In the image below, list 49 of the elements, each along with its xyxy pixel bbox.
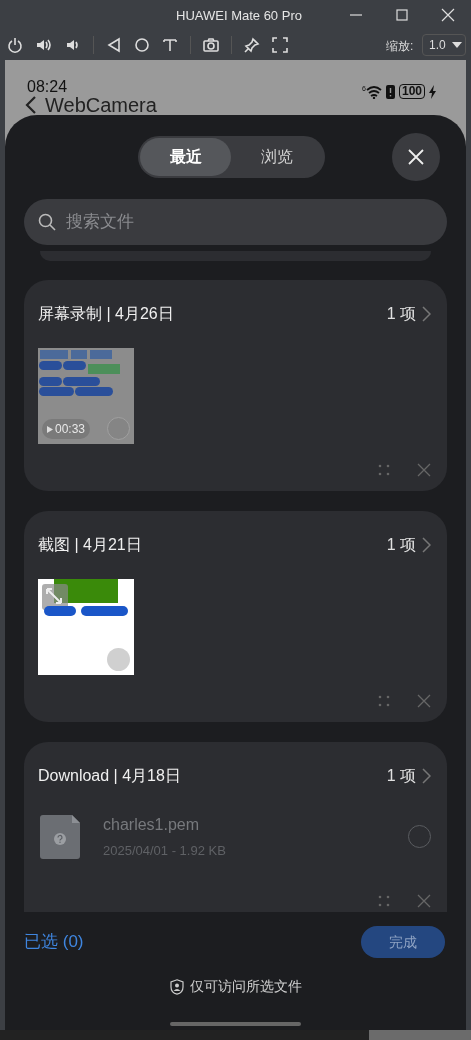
power-icon[interactable] [7, 37, 23, 53]
window-title: HUAWEI Mate 60 Pro [176, 7, 302, 25]
chevron-right-icon[interactable] [422, 768, 431, 784]
shield-person-icon [169, 978, 184, 995]
close-icon [408, 149, 424, 165]
text-icon[interactable] [162, 37, 178, 53]
camera-icon[interactable] [203, 37, 219, 53]
search-icon [38, 213, 56, 231]
duration-badge: 00:33 [42, 419, 91, 439]
play-icon [47, 425, 53, 433]
group-title: 截图 | 4月21日 [38, 535, 142, 555]
item-count: 1 项 [386, 535, 416, 555]
item-count: 1 项 [386, 766, 416, 786]
fullscreen-icon[interactable] [272, 37, 288, 53]
zoom-dropdown[interactable]: 1.0 [422, 34, 466, 56]
close-button[interactable] [392, 133, 440, 181]
tab[interactable]: 最近 [140, 138, 231, 176]
done-button[interactable]: 完成 [361, 926, 445, 958]
item-count: 1 项 [386, 304, 416, 324]
battery-level: 100 [398, 84, 425, 99]
file-icon [40, 814, 80, 859]
caret-icon [451, 42, 462, 48]
privacy-note: 仅可访问所选文件 [189, 977, 302, 996]
sim-alert-icon [385, 84, 395, 99]
remove-icon[interactable] [417, 694, 431, 708]
scrollbar-thumb[interactable] [369, 1030, 471, 1040]
home-icon[interactable] [134, 37, 150, 53]
volume-up-icon[interactable] [35, 37, 53, 53]
pin-icon[interactable] [244, 37, 260, 53]
chevron-right-icon[interactable] [422, 537, 431, 553]
selected-count: 已选 (0) [24, 931, 84, 954]
volume-down-icon[interactable] [65, 37, 81, 53]
drag-handle-icon[interactable] [378, 895, 390, 907]
zoom-label: 缩放: [386, 38, 414, 55]
group-title: Download | 4月18日 [38, 766, 181, 786]
search-field[interactable]: 搜索文件 [24, 199, 447, 245]
tab[interactable]: 浏览 [231, 138, 322, 176]
group-title: 屏幕录制 | 4月26日 [38, 304, 174, 324]
app-title: WebCamera [45, 94, 157, 116]
back-icon[interactable] [106, 37, 122, 53]
wifi-icon [365, 84, 382, 99]
status-time: 08:24 [27, 77, 68, 97]
file-name: charles1.pem [103, 815, 201, 835]
remove-icon[interactable] [417, 894, 431, 908]
chevron-right-icon[interactable] [422, 306, 431, 322]
drag-handle-icon[interactable] [378, 695, 390, 707]
charging-icon [429, 84, 436, 99]
remove-icon[interactable] [417, 463, 431, 477]
drag-handle-icon[interactable] [378, 464, 390, 476]
